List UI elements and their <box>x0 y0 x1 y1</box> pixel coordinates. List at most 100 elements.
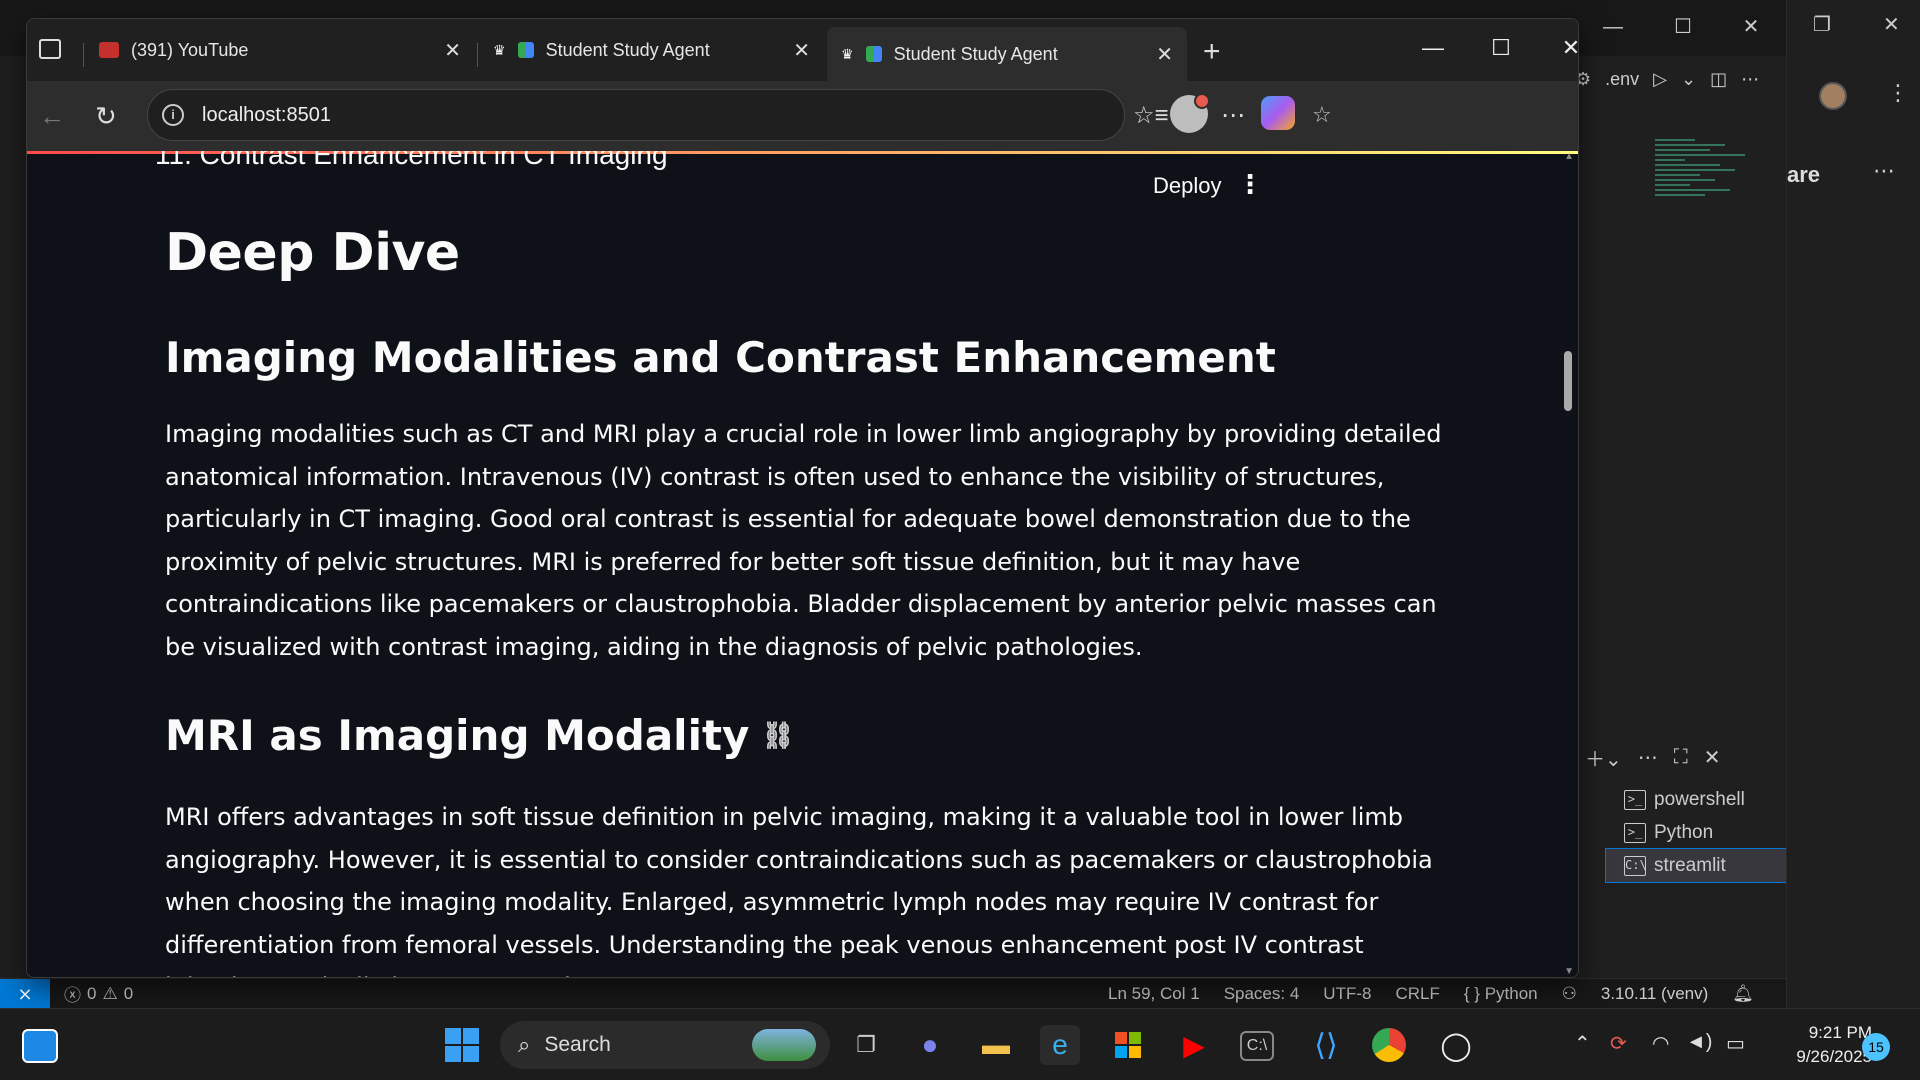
restore-icon[interactable]: ❐ <box>1813 12 1831 37</box>
more-actions-icon[interactable]: ⋯ <box>1741 69 1759 90</box>
vscode-icon[interactable]: ⟨⟩ <box>1306 1025 1346 1065</box>
file-explorer-icon[interactable]: ▬ <box>976 1025 1016 1065</box>
site-info-icon[interactable]: i <box>162 104 184 126</box>
terminal-more-icon[interactable]: ⋯ <box>1638 745 1658 770</box>
tab-youtube[interactable]: (391) YouTube ✕ <box>85 27 475 73</box>
terminal-item-python[interactable]: >_ Python <box>1606 816 1786 849</box>
address-bar[interactable]: i localhost:8501 ⊕ ☆ <box>147 89 1332 141</box>
editor-actions: ⚙ .env ▷ ⌄ ◫ ⋯ <box>1575 62 1759 96</box>
section-heading: MRI as Imaging Modality <box>165 711 750 760</box>
streamlit-crown-icon: ♛ <box>493 41 506 58</box>
streamlit-app: 11. Contrast Enhancement in CT Imaging D… <box>27 151 1578 977</box>
vscode-maximize-button[interactable]: ☐ <box>1660 10 1706 44</box>
edge-icon[interactable]: e <box>1040 1025 1080 1065</box>
store-logo-icon <box>1115 1032 1141 1058</box>
settings-more-icon[interactable]: ⋯ <box>1221 101 1245 130</box>
section-heading-with-anchor: MRI as Imaging Modality ⛓ <box>165 711 1455 760</box>
more-icon[interactable]: ⋯ <box>1873 158 1895 184</box>
close-tab-icon[interactable]: ✕ <box>1156 42 1173 67</box>
copilot-icon[interactable] <box>1261 96 1295 130</box>
refresh-button[interactable]: ↻ <box>95 101 117 132</box>
language-label: Python <box>1484 983 1538 1003</box>
minimize-button[interactable]: — <box>1407 33 1459 63</box>
split-editor-icon[interactable]: ◫ <box>1710 69 1727 90</box>
terminal-item-powershell[interactable]: >_ powershell <box>1606 783 1786 816</box>
bell-icon[interactable]: 🔔︎ <box>1732 984 1754 1004</box>
show-hidden-icons-icon[interactable]: ⌃ <box>1574 1031 1591 1056</box>
clock-date: 9/26/2025 <box>1796 1047 1872 1066</box>
url-text[interactable]: localhost:8501 <box>202 104 331 127</box>
task-view-icon[interactable]: ❐ <box>846 1025 886 1065</box>
close-tab-icon[interactable]: ✕ <box>793 38 810 63</box>
teams-icon[interactable]: ● <box>910 1025 950 1065</box>
tab-actions-icon[interactable] <box>39 39 61 59</box>
close-button[interactable]: ✕ <box>1545 33 1578 63</box>
tab-student-study-agent[interactable]: ♛ Student Study Agent ✕ <box>479 27 824 73</box>
app-favicon-icon <box>865 46 882 62</box>
youtube-app-icon[interactable]: ▶ <box>1174 1025 1214 1065</box>
battery-icon[interactable]: ▭ <box>1726 1031 1745 1056</box>
taskbar-search[interactable]: ⌕ Search <box>500 1021 830 1069</box>
streamlit-crown-icon: ♛ <box>841 45 854 62</box>
encoding[interactable]: UTF-8 <box>1323 984 1371 1004</box>
terminal-item-streamlit[interactable]: C:\ streamlit <box>1605 848 1787 883</box>
back-button[interactable]: ← <box>39 101 65 132</box>
section-body: MRI offers advantages in soft tissue def… <box>165 803 1433 977</box>
close-panel-icon[interactable]: ✕ <box>1704 745 1721 770</box>
language-mode[interactable]: { } Python <box>1464 984 1538 1004</box>
taskbar: ⌕ Search ❐ ● ▬ e ▶ C:\ ⟨⟩ ◯ ⌃ ⟳ ◠ ◄) ▭ 9… <box>0 1008 1920 1080</box>
scroll-up-arrow-icon[interactable]: ▲ <box>1564 151 1574 162</box>
terminal-app-icon[interactable]: C:\ <box>1240 1031 1274 1061</box>
youtube-icon <box>99 42 119 58</box>
tab-strip: (391) YouTube ✕ ♛ Student Study Agent ✕ … <box>27 19 1578 81</box>
profile-avatar[interactable] <box>1170 93 1210 133</box>
scroll-down-arrow-icon[interactable]: ▼ <box>1564 966 1574 977</box>
chrome-icon[interactable] <box>1372 1028 1406 1062</box>
sync-icon[interactable]: ⟳ <box>1610 1031 1627 1056</box>
notification-badge[interactable]: 15 <box>1862 1033 1890 1061</box>
minimap[interactable] <box>1655 136 1755 256</box>
wifi-icon[interactable]: ◠ <box>1652 1031 1669 1056</box>
start-button[interactable] <box>442 1025 482 1065</box>
terminal-label: powershell <box>1654 788 1745 810</box>
tab-title: Student Study Agent <box>545 39 710 60</box>
toc-item: 11. Contrast Enhancement in CT Imaging <box>155 151 668 170</box>
search-label: Search <box>544 1033 611 1056</box>
favorites-icon[interactable]: ☆≡ <box>1133 101 1169 130</box>
maximize-panel-icon[interactable]: ⛶ <box>1674 746 1688 769</box>
secondary-window: ❐ ✕ ⋮ are ⋯ <box>1786 0 1920 1008</box>
close-tab-icon[interactable]: ✕ <box>444 38 461 63</box>
vscode-minimize-button[interactable]: — <box>1590 10 1636 44</box>
favorite-star-icon[interactable]: ☆ <box>1312 102 1332 128</box>
kebab-menu-icon[interactable]: ⋮ <box>1887 80 1909 106</box>
python-interpreter[interactable]: 3.10.11 (venv) <box>1601 984 1708 1004</box>
warning-count: 0 <box>123 983 134 1003</box>
line-ending[interactable]: CRLF <box>1395 984 1439 1004</box>
store-icon[interactable] <box>1108 1025 1148 1065</box>
close-icon[interactable]: ✕ <box>1883 12 1900 37</box>
volume-icon[interactable]: ◄) <box>1686 1031 1712 1054</box>
env-file-label: .env <box>1605 68 1640 89</box>
run-icon[interactable]: ▷ <box>1653 69 1667 90</box>
anchor-link-icon[interactable]: ⛓ <box>761 721 794 751</box>
problems-indicator[interactable]: ⓧ 0 ⚠ 0 <box>64 981 133 1006</box>
ollama-icon[interactable]: ◯ <box>1436 1025 1476 1065</box>
vscode-close-button[interactable]: ✕ <box>1728 10 1774 44</box>
cursor-position[interactable]: Ln 59, Col 1 <box>1108 984 1200 1004</box>
remote-indicator-icon[interactable]: ⨯ <box>0 978 50 1009</box>
new-tab-button[interactable]: + <box>1203 35 1221 69</box>
maximize-button[interactable]: ☐ <box>1475 33 1527 63</box>
terminal-icon: >_ <box>1624 789 1646 810</box>
clock[interactable]: 9:21 PM 9/26/2025 <box>1772 1021 1872 1069</box>
new-terminal-icon[interactable]: ＋⌄ <box>1585 743 1622 772</box>
search-icon: ⌕ <box>518 1032 531 1057</box>
chevron-down-icon[interactable]: ⌄ <box>1681 69 1696 90</box>
scrollbar-thumb[interactable] <box>1564 351 1572 411</box>
indentation[interactable]: Spaces: 4 <box>1224 984 1300 1004</box>
deploy-button[interactable]: Deploy <box>1153 173 1221 199</box>
tab-student-study-agent-active[interactable]: ♛ Student Study Agent ✕ <box>827 27 1187 81</box>
widgets-icon[interactable] <box>22 1029 58 1063</box>
avatar[interactable] <box>1819 82 1847 110</box>
copilot-status-icon[interactable]: ⚇ <box>1562 984 1577 1004</box>
main-menu-icon[interactable]: ⋮ <box>1237 169 1263 200</box>
